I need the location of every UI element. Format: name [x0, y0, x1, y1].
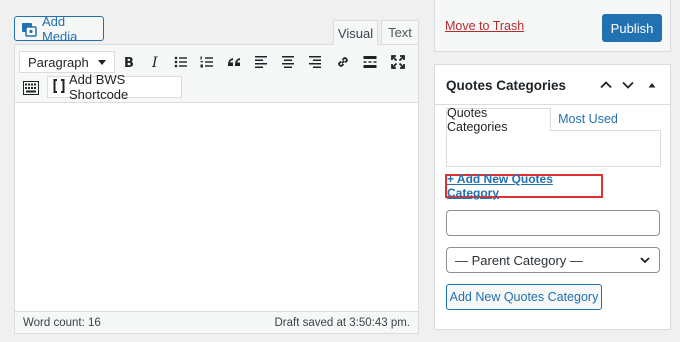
chevron-up-icon[interactable]	[599, 78, 613, 92]
align-right-icon	[307, 54, 323, 70]
add-shortcode-button[interactable]: Add BWS Shortcode	[47, 72, 182, 102]
svg-text:I: I	[151, 55, 158, 70]
align-left-button[interactable]	[252, 53, 270, 71]
parent-category-select[interactable]: — Parent Category —	[446, 247, 660, 273]
box-title: Quotes Categories	[446, 78, 567, 93]
box-header: Quotes Categories	[435, 65, 670, 105]
new-category-input[interactable]	[446, 210, 660, 236]
bold-button[interactable]: B	[120, 53, 138, 71]
editor-toolbar: Paragraph B I Add BWS Shortcode	[15, 45, 418, 103]
bullet-list-button[interactable]	[172, 53, 190, 71]
collapse-triangle-icon[interactable]	[645, 78, 659, 92]
chevron-down-icon	[639, 254, 651, 266]
publish-button[interactable]: Publish	[602, 14, 662, 42]
numbered-list-icon	[199, 54, 215, 70]
media-icon	[21, 21, 37, 37]
toolbar-toggle-icon[interactable]	[23, 81, 39, 95]
tab-text[interactable]: Text	[381, 20, 419, 44]
align-center-icon	[280, 54, 296, 70]
bold-icon: B	[121, 54, 137, 70]
word-count: Word count: 16	[23, 316, 101, 329]
move-to-trash-link[interactable]: Move to Trash	[445, 19, 524, 33]
italic-button[interactable]: I	[146, 53, 164, 71]
publish-box: Move to Trash Publish	[434, 0, 671, 52]
italic-icon: I	[147, 54, 163, 70]
format-select[interactable]: Paragraph	[19, 51, 115, 73]
link-icon	[335, 54, 351, 70]
add-new-category-link[interactable]: + Add New Quotes Category	[445, 172, 603, 200]
read-more-icon	[362, 54, 378, 70]
format-select-value: Paragraph	[28, 54, 89, 70]
draft-status: Draft saved at 3:50:43 pm.	[274, 316, 410, 329]
shortcode-label: Add BWS Shortcode	[69, 72, 129, 102]
chevron-down-icon	[98, 59, 106, 65]
svg-text:B: B	[124, 56, 134, 70]
numbered-list-button[interactable]	[198, 53, 216, 71]
bullet-list-icon	[173, 54, 189, 70]
add-media-label: Add Media	[42, 13, 78, 44]
tab-visual[interactable]: Visual	[333, 20, 378, 45]
editor-content-area[interactable]	[15, 103, 418, 311]
align-left-icon	[253, 54, 269, 70]
tab-most-used[interactable]: Most Used	[555, 108, 621, 130]
add-new-category-button[interactable]: Add New Quotes Category	[446, 284, 602, 310]
quotes-categories-box: Quotes Categories Quotes Categories Most…	[434, 64, 671, 330]
fullscreen-icon	[390, 54, 406, 70]
editor-statusbar: Word count: 16 Draft saved at 3:50:43 pm…	[15, 311, 418, 333]
parent-category-value: — Parent Category —	[455, 252, 583, 268]
tab-quotes-categories[interactable]: Quotes Categories	[446, 106, 551, 134]
link-button[interactable]	[334, 53, 352, 71]
read-more-button[interactable]	[361, 53, 379, 71]
fullscreen-button[interactable]	[389, 53, 407, 71]
blockquote-button[interactable]	[225, 53, 243, 71]
category-checklist[interactable]	[446, 130, 661, 167]
chevron-down-icon[interactable]	[621, 78, 635, 92]
editor-frame: Paragraph B I Add BWS Shortcode Word cou…	[14, 44, 419, 334]
add-media-button[interactable]: Add Media	[14, 13, 104, 44]
align-center-button[interactable]	[279, 53, 297, 71]
align-right-button[interactable]	[306, 53, 324, 71]
blockquote-icon	[226, 54, 242, 70]
shortcode-icon	[53, 78, 65, 96]
